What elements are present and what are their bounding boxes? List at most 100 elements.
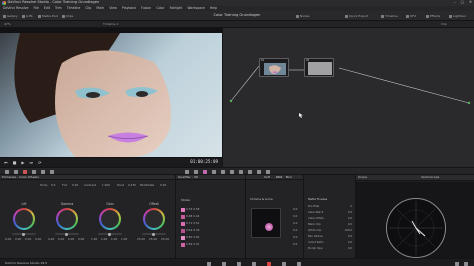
menu-color[interactable]: Color — [156, 6, 164, 10]
gain-value-b[interactable]: 1.00 — [121, 238, 127, 241]
lift-value-g[interactable]: 0.00 — [25, 238, 31, 241]
key-icon[interactable] — [248, 170, 252, 174]
home-icon[interactable] — [455, 261, 459, 266]
gamma-value-r[interactable]: 0.00 — [58, 238, 64, 241]
middetail-value[interactable]: 0.00 — [160, 184, 166, 187]
tab-chd[interactable]: Chd — [276, 176, 282, 179]
timeline-button[interactable]: Timeline — [381, 13, 398, 19]
menu-edit[interactable]: Edit — [44, 6, 50, 10]
lift-value-y[interactable]: 0.00 — [5, 238, 11, 241]
gamma-value-y[interactable]: 0.00 — [48, 238, 54, 241]
lift-value-r[interactable]: 0.00 — [15, 238, 21, 241]
menu-trim[interactable]: Trim — [55, 6, 62, 10]
quick-export-button[interactable]: Quick Export — [345, 13, 368, 19]
chroma-value-6[interactable]: 0.0 — [293, 243, 297, 246]
settings-icon[interactable] — [464, 261, 468, 266]
close-button[interactable]: ✕ — [469, 0, 472, 5]
effects-button[interactable]: Effects — [426, 13, 440, 19]
node-editor[interactable]: 01 02 — [222, 28, 474, 167]
warper-icon[interactable] — [194, 170, 198, 174]
chroma-value-4[interactable]: 0.0 — [293, 229, 297, 232]
clips-button[interactable]: Clips — [62, 13, 73, 19]
clip-selector[interactable]: Clip — [441, 22, 447, 26]
fairlight-page-icon[interactable] — [282, 261, 286, 266]
offset-master-slider[interactable] — [142, 232, 166, 236]
lightbox-button[interactable]: Lightbox — [449, 13, 466, 19]
3d-icon[interactable] — [266, 170, 270, 174]
chroma-value-2[interactable]: 0.0 — [293, 215, 297, 218]
qualifier-row[interactable]: 0.76 0.58 — [181, 207, 209, 212]
gamma-master-slider[interactable] — [55, 232, 79, 236]
viewer[interactable]: ⏮ ■ ▶ ⏭ ⟳ 01:00:25:09 — [0, 28, 222, 167]
scope-type-select[interactable]: Vectorscope — [421, 176, 439, 179]
lift-wheel[interactable] — [13, 208, 35, 230]
menu-playback[interactable]: Playback — [122, 6, 136, 10]
loop-button[interactable]: ⟳ — [38, 160, 41, 165]
luts-button[interactable]: LUTs — [22, 13, 33, 19]
gain-wheel[interactable] — [99, 208, 121, 230]
tint-value[interactable]: 0.00 — [72, 184, 78, 187]
zoom-level[interactable]: 47% — [4, 22, 11, 26]
lift-value-b[interactable]: 0.00 — [35, 238, 41, 241]
fusion-page-icon[interactable] — [252, 261, 256, 266]
blur-icon[interactable] — [239, 170, 243, 174]
window-tab-icon[interactable] — [212, 170, 216, 174]
play-button[interactable]: ▶ — [21, 160, 24, 165]
qualifier-row[interactable]: 0.64 0.39 — [181, 228, 209, 233]
cut-page-icon[interactable] — [222, 261, 226, 266]
menu-fusion[interactable]: Fusion — [141, 6, 151, 10]
tab-blur[interactable]: Blur — [286, 176, 292, 179]
menu-workspace[interactable]: Workspace — [187, 6, 204, 10]
contrast-value[interactable]: 1.000 — [102, 184, 110, 187]
tab-soft[interactable]: Soft — [264, 176, 270, 179]
menu-clip[interactable]: Clip — [85, 6, 91, 10]
menu-help[interactable]: Help — [210, 6, 217, 10]
deliver-page-icon[interactable] — [297, 261, 301, 266]
temp-value[interactable]: 0.0 — [51, 184, 55, 187]
qualifier-row[interactable]: 0.71 0.51 — [181, 221, 209, 226]
offset-value-r[interactable]: 25.00 — [137, 238, 145, 241]
color-page-icon[interactable] — [267, 261, 271, 266]
gain-value-g[interactable]: 1.00 — [111, 238, 117, 241]
menu-fairlight[interactable]: Fairlight — [170, 6, 183, 10]
nodes-button[interactable]: Nodes — [296, 13, 309, 19]
pivot-value[interactable]: 0.435 — [128, 184, 136, 187]
gallery-button[interactable]: Gallery — [3, 13, 18, 19]
edit-page-icon[interactable] — [237, 261, 241, 266]
stop-button[interactable]: ■ — [13, 160, 17, 165]
gamma-value-b[interactable]: 0.00 — [78, 238, 84, 241]
skip-forward-button[interactable]: ⏭ — [29, 160, 33, 165]
ofx-button[interactable]: OFX — [406, 13, 416, 19]
menu-file[interactable]: File — [33, 6, 38, 10]
record-icon[interactable] — [23, 170, 27, 174]
media-pool-button[interactable]: Media Pool — [38, 13, 58, 19]
qualifier-row[interactable]: 0.69 0.47 — [181, 242, 209, 247]
curves-icon[interactable] — [14, 170, 18, 174]
node-02[interactable]: 02 — [304, 58, 334, 77]
offset-value-g[interactable]: 25.00 — [149, 238, 157, 241]
qualifier-tab-icon[interactable] — [203, 170, 207, 174]
gain-master-slider[interactable] — [98, 232, 122, 236]
menu-davinci[interactable]: DaVinci Resolve — [3, 6, 28, 10]
lift-master-slider[interactable] — [12, 232, 36, 236]
menu-mark[interactable]: Mark — [96, 6, 104, 10]
chroma-plot[interactable] — [251, 208, 281, 238]
offset-wheel[interactable] — [143, 208, 165, 230]
qualifier-row[interactable]: 0.80 0.62 — [181, 235, 209, 240]
gamma-wheel[interactable] — [56, 208, 78, 230]
matte-row[interactable]: Morph Opp. 0.0 — [308, 247, 352, 253]
node-01[interactable]: 01 — [259, 58, 289, 77]
chroma-value-1[interactable]: 0.0 — [293, 208, 297, 211]
gain-value-r[interactable]: 1.00 — [101, 238, 107, 241]
sizing-icon[interactable] — [257, 170, 261, 174]
motion-effects-icon[interactable] — [50, 170, 54, 174]
gain-value-y[interactable]: 1.00 — [91, 238, 97, 241]
qualifier-row[interactable]: 0.68 0.44 — [181, 214, 209, 219]
color-wheels-icon[interactable] — [5, 170, 9, 174]
minimize-button[interactable]: – — [454, 0, 456, 5]
rgb-mixer-icon[interactable] — [41, 170, 45, 174]
timeline-name[interactable]: Timeline 1 — [103, 22, 119, 26]
media-page-icon[interactable] — [207, 261, 211, 266]
menu-timeline[interactable]: Timeline — [67, 6, 81, 10]
chroma-value-5[interactable]: 0.0 — [293, 236, 297, 239]
